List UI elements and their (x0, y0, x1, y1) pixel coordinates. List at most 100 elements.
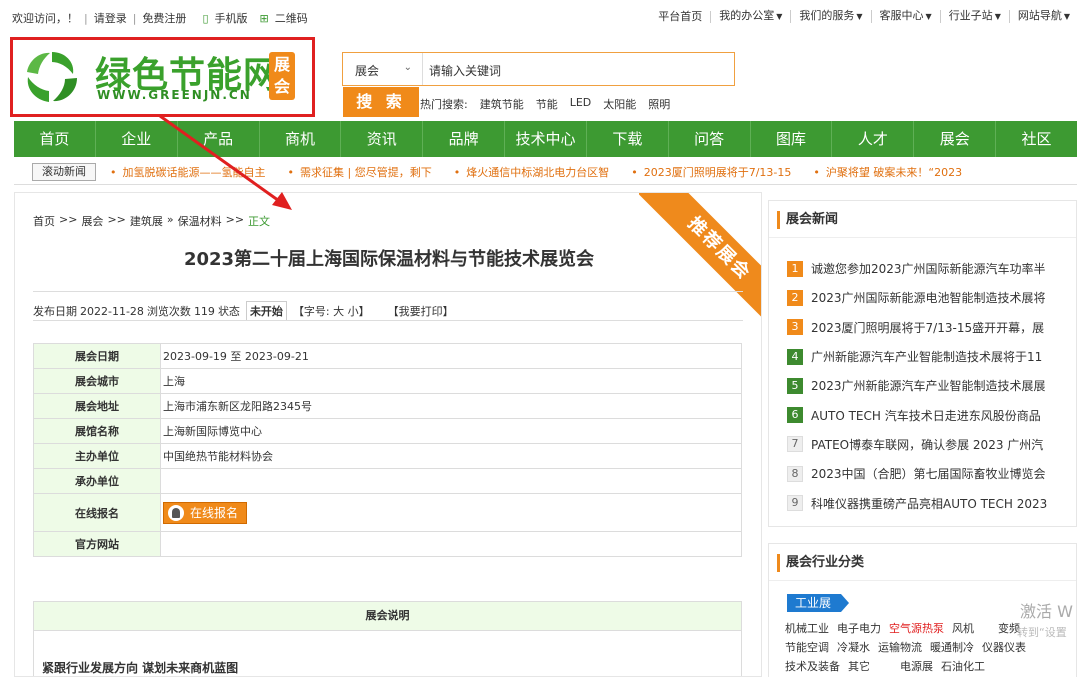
nav-item-news[interactable]: 资讯 (341, 121, 424, 157)
nav-item-tech[interactable]: 技术中心 (505, 121, 587, 157)
expo-news-list: 1 诚邀您参加2023广州国际新能源汽车功率半 2 2023广州国际新能源电池智能制… (787, 254, 1072, 518)
description-header: 展会说明 (33, 601, 742, 631)
top-link-office[interactable]: 我的办公室 ▼ (711, 10, 792, 23)
expo-industry-title: 展会行业分类 (777, 554, 864, 572)
list-item[interactable]: 2 2023广州国际新能源电池智能制造技术展将 (787, 283, 1072, 312)
activation-watermark: 激活 W (1020, 602, 1073, 621)
list-item[interactable]: 6 AUTO TECH 汽车技术日走进东风股份商品 (787, 400, 1072, 429)
register-link[interactable]: 免费注册 (142, 10, 186, 26)
nav-item-home[interactable]: 首页 (14, 121, 96, 157)
scroll-news-item[interactable]: 需求征集 | 您尽管提，剩下 (288, 164, 432, 180)
list-item[interactable]: 4 广州新能源汽车产业智能制造技术展将于11 (787, 342, 1072, 371)
breadcrumb-expo[interactable]: 展会 (81, 213, 103, 229)
expo-organizer: 中国绝热节能材料协会 (160, 443, 742, 469)
hot-search-link[interactable]: LED (570, 96, 592, 112)
industry-link[interactable]: 仪器仪表 (982, 639, 1026, 655)
nav-item-qa[interactable]: 问答 (669, 121, 751, 157)
list-item[interactable]: 5 2023广州新能源汽车产业智能制造技术展展 (787, 371, 1072, 400)
list-item[interactable]: 1 诚邀您参加2023广州国际新能源汽车功率半 (787, 254, 1072, 283)
top-bar: 欢迎访问，！ | 请登录 | 免费注册 ▯ 手机版 ⊞ 二维码 平台首页 我的办… (0, 0, 1080, 34)
industry-link[interactable]: 其它 (848, 658, 870, 674)
caret-down-icon: ▼ (776, 12, 783, 21)
top-link-substations[interactable]: 行业子站 ▼ (941, 10, 1010, 23)
industry-link[interactable]: 机械工业 (785, 620, 829, 636)
scroll-news-item[interactable]: 沪聚将望 破案未来！“2023 (813, 164, 962, 180)
divider (33, 320, 743, 321)
expo-address: 上海市浦东新区龙阳路2345号 (160, 393, 742, 419)
divider (769, 237, 1076, 238)
industry-link[interactable]: 暖通制冷 (930, 639, 974, 655)
expo-city: 上海 (160, 368, 742, 394)
industry-link[interactable]: 节能空调 (785, 639, 829, 655)
publish-date: 2022-11-28 (80, 304, 144, 318)
topbar-left: 欢迎访问，！ | 请登录 | 免费注册 ▯ 手机版 ⊞ 二维码 (12, 10, 308, 26)
main-nav: 首页 企业 产品 商机 资讯 品牌 技术中心 下载 问答 图库 人才 展会 社区 (14, 121, 1077, 157)
nav-item-company[interactable]: 企业 (96, 121, 178, 157)
search-input[interactable]: 请输入关键词 (429, 62, 501, 79)
top-link-support[interactable]: 客服中心 ▼ (872, 10, 941, 23)
search-button[interactable]: 搜 索 (343, 87, 419, 117)
mobile-link[interactable]: 手机版 (215, 10, 248, 26)
font-size-control[interactable]: 【字号: 大 小】 (293, 303, 370, 319)
list-item[interactable]: 8 2023中国（合肥）第七届国际畜牧业博览会 (787, 459, 1072, 488)
scroll-news-item[interactable]: 加氢脱碳话能源——氢能自主 (110, 164, 266, 180)
online-register-button[interactable]: 在线报名 (163, 501, 248, 524)
industry-tag[interactable]: 工业展 (787, 594, 850, 612)
search-scope-select[interactable]: 展会 ⌄ (343, 53, 423, 85)
top-link-sitenav[interactable]: 网站导航 ▼ (1010, 10, 1070, 23)
nav-item-community[interactable]: 社区 (996, 121, 1077, 157)
chevron-down-icon: ⌄ (403, 62, 412, 73)
hot-search-link[interactable]: 建筑节能 (480, 96, 524, 112)
expo-date: 2023-09-19 至 2023-09-21 (160, 343, 742, 369)
industry-link[interactable]: 电源展 (900, 658, 933, 674)
divider (33, 291, 743, 292)
divider (769, 580, 1076, 581)
hot-search-link[interactable]: 照明 (648, 96, 670, 112)
nav-item-business[interactable]: 商机 (260, 121, 342, 157)
industry-link[interactable]: 石油化工 (941, 658, 985, 674)
breadcrumb-insulation[interactable]: 保温材料 (178, 213, 222, 229)
scroll-news-item[interactable]: 烽火通信中标湖北电力台区智 (454, 164, 609, 180)
view-count: 119 (193, 304, 215, 318)
caret-down-icon: ▼ (1063, 12, 1070, 21)
breadcrumb-home[interactable]: 首页 (33, 213, 55, 229)
print-link[interactable]: 【我要打印】 (388, 303, 454, 319)
nav-item-expo[interactable]: 展会 (914, 121, 997, 157)
expo-news-panel: 展会新闻 1 诚邀您参加2023广州国际新能源汽车功率半 2 2023广州国际新能源… (768, 200, 1077, 527)
scrolling-news-label: 滚动新闻 (32, 163, 96, 181)
official-site[interactable] (160, 531, 742, 557)
industry-link[interactable]: 运输物流 (878, 639, 922, 655)
table-row: 展会地址 上海市浦东新区龙阳路2345号 (33, 393, 742, 419)
qrcode-link[interactable]: 二维码 (275, 10, 308, 26)
logo[interactable]: 绿色节能网 WWW.GREENJN.CN 展会 (10, 37, 315, 117)
industry-link[interactable]: 技术及装备 (785, 658, 840, 674)
login-link[interactable]: 请登录 (94, 10, 127, 26)
table-row: 展馆名称 上海新国际博览中心 (33, 418, 742, 444)
scroll-news-item[interactable]: 2023厦门照明展将于7/13-15 (631, 164, 792, 180)
leaf-logo-icon (27, 52, 77, 102)
logo-tag: 展会 (269, 52, 295, 100)
nav-item-brand[interactable]: 品牌 (423, 121, 506, 157)
hot-search-link[interactable]: 节能 (536, 96, 558, 112)
industry-link[interactable]: 空气源热泵 (889, 620, 944, 636)
table-row: 展会日期 2023-09-19 至 2023-09-21 (33, 343, 742, 369)
caret-down-icon: ▼ (994, 12, 1001, 21)
list-item[interactable]: 3 2023厦门照明展将于7/13-15盛开开幕，展 (787, 313, 1072, 342)
nav-item-products[interactable]: 产品 (178, 121, 260, 157)
search-box: 展会 ⌄ 请输入关键词 (342, 52, 735, 86)
nav-item-jobs[interactable]: 人才 (832, 121, 915, 157)
industry-link[interactable]: 风机 (952, 620, 974, 636)
top-link-services[interactable]: 我们的服务 ▼ (791, 10, 872, 23)
nav-item-download[interactable]: 下载 (587, 121, 669, 157)
nav-item-gallery[interactable]: 图库 (751, 121, 833, 157)
table-row: 主办单位 中国绝热节能材料协会 (33, 443, 742, 469)
industry-link[interactable]: 电子电力 (837, 620, 881, 636)
breadcrumb-building[interactable]: 建筑展 (130, 213, 163, 229)
logo-url: WWW.GREENJN.CN (97, 88, 252, 102)
list-item[interactable]: 9 科唯仪器携重磅产品亮相AUTO TECH 2023 (787, 488, 1072, 517)
top-link-home[interactable]: 平台首页 (650, 10, 712, 23)
industry-link[interactable]: 冷凝水 (837, 639, 870, 655)
article-meta: 发布日期 2022-11-28 浏览次数 119 状态 未开始 【字号: 大 小… (33, 301, 457, 321)
hot-search-link[interactable]: 太阳能 (603, 96, 636, 112)
list-item[interactable]: 7 PATEO博泰车联网，确认参展 2023 广州汽 (787, 430, 1072, 459)
